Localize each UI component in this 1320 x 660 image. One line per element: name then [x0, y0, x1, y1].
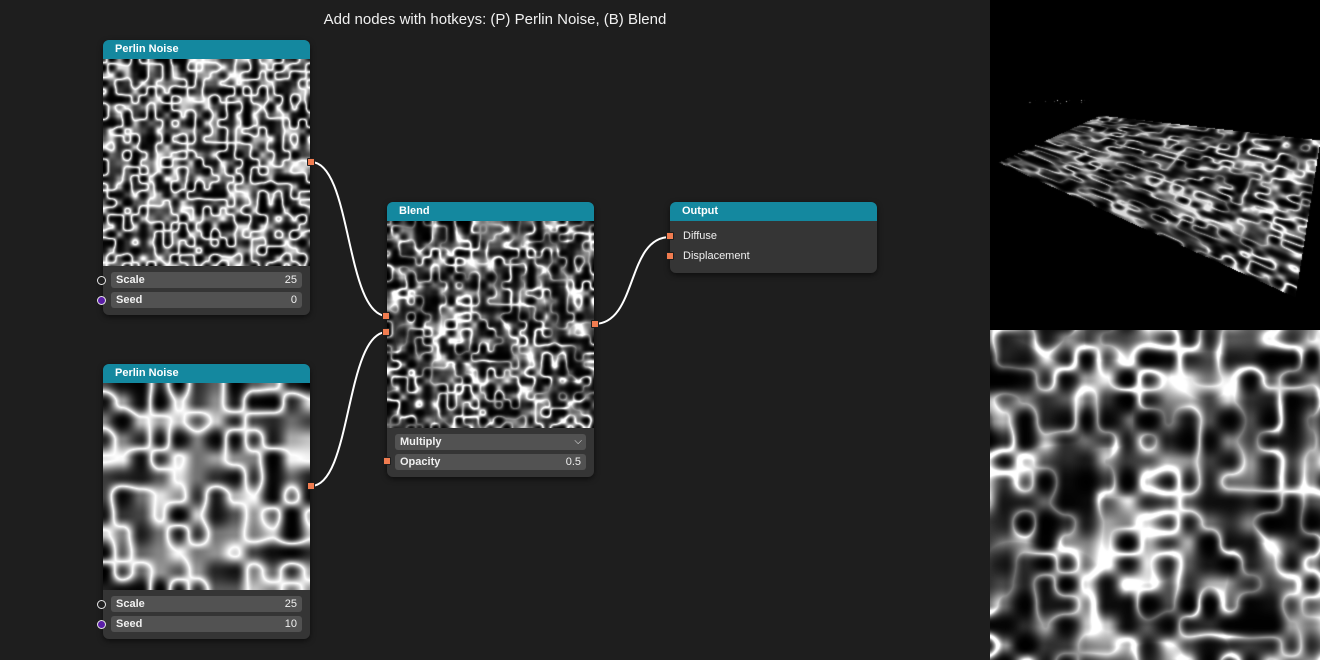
- scale-field[interactable]: Scale 25: [97, 272, 302, 288]
- blend-node[interactable]: Blend Multiply ⌵ Opacity 0.5: [382, 202, 599, 477]
- output-port[interactable]: [591, 320, 599, 328]
- diffuse-input-port[interactable]: [666, 232, 674, 240]
- opacity-value: 0.5: [565, 456, 581, 468]
- wire-blend-to-output: [593, 236, 671, 325]
- node-title[interactable]: Perlin Noise: [103, 364, 310, 383]
- seed-field[interactable]: Seed 0: [97, 292, 302, 308]
- node-graph-canvas[interactable]: Add nodes with hotkeys: (P) Perlin Noise…: [0, 0, 990, 660]
- diffuse-input[interactable]: Diffuse: [666, 226, 877, 246]
- noise-preview: [103, 383, 310, 590]
- seed-value: 0: [290, 294, 297, 306]
- seed-label: Seed: [116, 618, 143, 630]
- scale-label: Scale: [116, 274, 145, 286]
- scale-value: 25: [284, 274, 297, 286]
- opacity-input-port[interactable]: [383, 457, 391, 465]
- 2d-texture-preview[interactable]: [990, 330, 1320, 660]
- displacement-label: Displacement: [683, 250, 750, 262]
- node-title[interactable]: Output: [670, 202, 877, 221]
- wire-perlin1-to-blend: [310, 161, 388, 317]
- scale-input-port[interactable]: [97, 600, 106, 609]
- blend-mode-value: Multiply: [400, 436, 442, 448]
- 3d-displaced-plane: [990, 0, 1320, 330]
- opacity-field[interactable]: Opacity 0.5: [383, 454, 586, 470]
- seed-input-port[interactable]: [97, 620, 106, 629]
- input-port-b[interactable]: [382, 328, 390, 336]
- output-node[interactable]: Output Diffuse Displacement: [666, 202, 877, 273]
- output-port[interactable]: [307, 482, 315, 490]
- perlin-noise-node-2[interactable]: Perlin Noise Scale 25 Seed 10: [97, 364, 315, 639]
- blend-preview: [387, 221, 594, 428]
- node-title[interactable]: Blend: [387, 202, 594, 221]
- perlin-noise-node-1[interactable]: Perlin Noise Scale 25 Seed 0: [97, 40, 315, 315]
- seed-field[interactable]: Seed 10: [97, 616, 302, 632]
- seed-value: 10: [284, 618, 297, 630]
- scale-field[interactable]: Scale 25: [97, 596, 302, 612]
- 3d-preview-viewport[interactable]: [990, 0, 1320, 330]
- displacement-input-port[interactable]: [666, 252, 674, 260]
- scale-label: Scale: [116, 598, 145, 610]
- output-port[interactable]: [307, 158, 315, 166]
- blend-mode-select[interactable]: Multiply ⌵: [395, 434, 586, 450]
- displacement-input[interactable]: Displacement: [666, 246, 877, 266]
- texture-preview-image: [990, 330, 1320, 660]
- wire-perlin2-to-blend: [310, 331, 388, 487]
- opacity-label: Opacity: [400, 456, 441, 468]
- chevron-down-icon: ⌵: [574, 436, 582, 447]
- hotkey-hint: Add nodes with hotkeys: (P) Perlin Noise…: [323, 11, 667, 28]
- diffuse-label: Diffuse: [683, 230, 718, 242]
- noise-preview: [103, 59, 310, 266]
- seed-input-port[interactable]: [97, 296, 106, 305]
- node-title[interactable]: Perlin Noise: [103, 40, 310, 59]
- scale-value: 25: [284, 598, 297, 610]
- seed-label: Seed: [116, 294, 143, 306]
- input-port-a[interactable]: [382, 312, 390, 320]
- scale-input-port[interactable]: [97, 276, 106, 285]
